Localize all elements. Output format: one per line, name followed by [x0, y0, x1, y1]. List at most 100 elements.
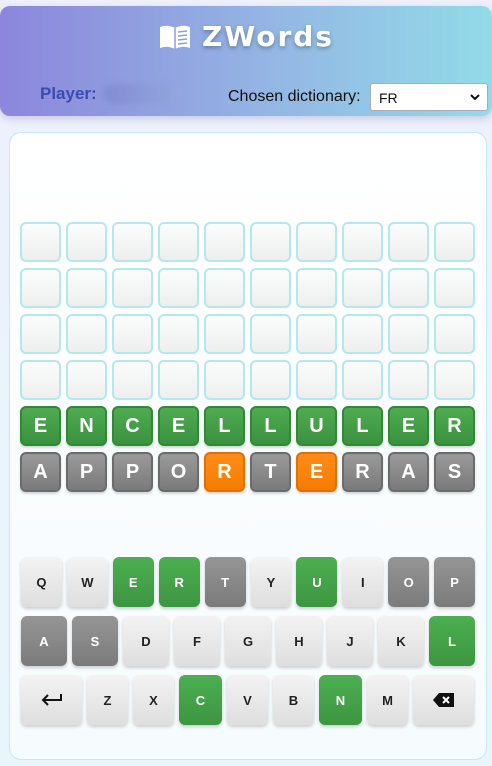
key-n[interactable]: N	[319, 675, 362, 725]
enter-key[interactable]	[21, 675, 82, 725]
letter-tile	[66, 268, 107, 308]
letter-tile	[434, 314, 475, 354]
key-f[interactable]: F	[174, 616, 220, 666]
letter-tile	[158, 268, 199, 308]
game-board: ENCELLULERAPPORTERAS	[20, 222, 475, 498]
letter-tile	[158, 314, 199, 354]
letter-tile	[112, 360, 153, 400]
key-u[interactable]: U	[296, 557, 338, 607]
enter-icon	[41, 693, 63, 707]
letter-tile	[250, 360, 291, 400]
letter-tile	[250, 222, 291, 262]
letter-tile: R	[204, 452, 245, 492]
letter-tile	[388, 222, 429, 262]
letter-tile: R	[434, 406, 475, 446]
key-k[interactable]: K	[378, 616, 424, 666]
player-label: Player:	[40, 84, 97, 103]
letter-tile: E	[388, 406, 429, 446]
letter-tile	[296, 222, 337, 262]
letter-tile	[20, 222, 61, 262]
letter-tile: S	[434, 452, 475, 492]
app-title: ZWords	[202, 20, 334, 53]
letter-tile	[342, 360, 383, 400]
key-g[interactable]: G	[225, 616, 271, 666]
key-i[interactable]: I	[342, 557, 384, 607]
letter-tile	[20, 268, 61, 308]
key-j[interactable]: J	[327, 616, 373, 666]
board-row	[20, 222, 475, 262]
letter-tile: E	[296, 452, 337, 492]
letter-tile: O	[158, 452, 199, 492]
key-d[interactable]: D	[123, 616, 169, 666]
letter-tile	[388, 268, 429, 308]
key-h[interactable]: H	[276, 616, 322, 666]
letter-tile: P	[112, 452, 153, 492]
letter-tile	[434, 360, 475, 400]
letter-tile: L	[342, 406, 383, 446]
key-r[interactable]: R	[158, 557, 200, 607]
letter-tile	[388, 314, 429, 354]
letter-tile	[20, 314, 61, 354]
keyboard-row: QWERTYUIOP	[21, 557, 476, 607]
chevron-down-icon	[469, 89, 481, 108]
dictionary-select[interactable]: FR	[370, 83, 488, 111]
letter-tile	[66, 360, 107, 400]
letter-tile	[342, 222, 383, 262]
key-q[interactable]: Q	[21, 557, 62, 607]
backspace-key[interactable]	[413, 675, 474, 725]
app-header: ZWords Player: redacted Chosen dictionar…	[0, 6, 492, 116]
key-z[interactable]: Z	[87, 675, 128, 725]
letter-tile: T	[250, 452, 291, 492]
key-w[interactable]: W	[66, 557, 108, 607]
letter-tile	[250, 314, 291, 354]
letter-tile	[204, 314, 245, 354]
letter-tile: R	[342, 452, 383, 492]
board-row	[20, 314, 475, 354]
key-a[interactable]: A	[21, 616, 67, 666]
key-x[interactable]: X	[133, 675, 174, 725]
letter-tile: A	[20, 452, 61, 492]
letter-tile	[342, 268, 383, 308]
player-name: redacted	[102, 84, 181, 104]
letter-tile: N	[66, 406, 107, 446]
key-p[interactable]: P	[434, 557, 476, 607]
board-row	[20, 360, 475, 400]
key-s[interactable]: S	[72, 616, 118, 666]
key-l[interactable]: L	[429, 616, 475, 666]
board-row: APPORTERAS	[20, 452, 475, 492]
letter-tile	[112, 222, 153, 262]
letter-tile	[296, 314, 337, 354]
key-o[interactable]: O	[388, 557, 430, 607]
letter-tile	[434, 222, 475, 262]
letter-tile: P	[66, 452, 107, 492]
letter-tile	[66, 314, 107, 354]
letter-tile	[342, 314, 383, 354]
letter-tile	[204, 268, 245, 308]
letter-tile: U	[296, 406, 337, 446]
board-row	[20, 268, 475, 308]
letter-tile	[204, 360, 245, 400]
key-m[interactable]: M	[367, 675, 408, 725]
key-y[interactable]: Y	[250, 557, 292, 607]
letter-tile	[112, 268, 153, 308]
dictionary-label: Chosen dictionary:	[228, 88, 361, 105]
letter-tile: C	[112, 406, 153, 446]
backspace-icon	[432, 692, 456, 708]
letter-tile	[204, 222, 245, 262]
letter-tile	[434, 268, 475, 308]
dictionary-select-value: FR	[379, 90, 398, 106]
letter-tile	[250, 268, 291, 308]
letter-tile	[158, 222, 199, 262]
on-screen-keyboard: QWERTYUIOP ASDFGHJKL ZXCVBNM	[21, 557, 476, 734]
key-v[interactable]: V	[227, 675, 268, 725]
key-t[interactable]: T	[204, 557, 246, 607]
letter-tile: E	[158, 406, 199, 446]
keyboard-row: ZXCVBNM	[21, 675, 475, 725]
letter-tile	[158, 360, 199, 400]
book-icon	[158, 23, 192, 51]
key-c[interactable]: C	[179, 675, 222, 725]
letter-tile	[112, 314, 153, 354]
key-e[interactable]: E	[112, 557, 154, 607]
letter-tile	[388, 360, 429, 400]
key-b[interactable]: B	[273, 675, 314, 725]
